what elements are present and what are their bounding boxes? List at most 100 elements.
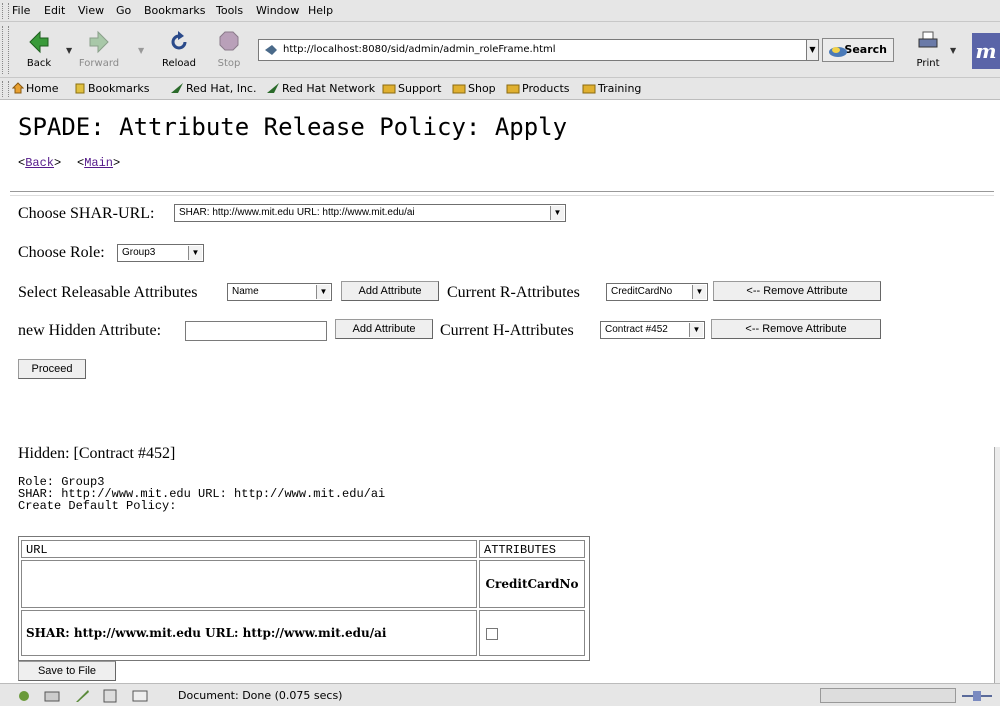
horizontal-divider	[10, 191, 994, 196]
page-icon	[265, 45, 277, 55]
menu-tools[interactable]: Tools	[216, 4, 243, 17]
vertical-scrollbar[interactable]	[994, 447, 1000, 683]
search-button[interactable]: Search	[822, 38, 894, 62]
url-text: http://localhost:8080/sid/admin/admin_ro…	[283, 44, 556, 55]
policy-row-url: SHAR: http://www.mit.edu URL: http://www…	[21, 610, 477, 656]
forward-arrow-icon	[89, 30, 109, 54]
menu-bar-grip[interactable]	[2, 3, 9, 19]
menu-go[interactable]: Go	[116, 4, 131, 17]
navigator-icon[interactable]	[16, 689, 32, 706]
create-default-policy-label: Create Default Policy:	[18, 499, 177, 513]
printer-icon	[918, 31, 938, 48]
menu-bar: File Edit View Go Bookmarks Tools Window…	[0, 0, 1000, 22]
menu-bookmarks[interactable]: Bookmarks	[144, 4, 205, 17]
mail-icon[interactable]	[44, 689, 60, 706]
products-folder-icon	[506, 84, 520, 94]
training-folder-icon	[582, 84, 596, 94]
bookmarks-toolbar: Home Bookmarks Red Hat, Inc. Red Hat Net…	[0, 78, 1000, 100]
menu-help[interactable]: Help	[308, 4, 333, 17]
remove-h-attribute-button[interactable]: <-- Remove Attribute	[711, 319, 881, 339]
r-attributes-select[interactable]: CreditCardNo ▼	[606, 283, 708, 301]
page-content: SPADE: Attribute Release Policy: Apply <…	[0, 101, 994, 683]
stop-button[interactable]: Stop	[206, 28, 252, 72]
empty-header-cell	[21, 560, 477, 608]
add-hidden-attribute-button[interactable]: Add Attribute	[335, 319, 433, 339]
status-text: Document: Done (0.075 secs)	[178, 689, 343, 702]
policy-row-attribute-cell	[479, 610, 585, 656]
shop-folder-icon	[452, 84, 466, 94]
url-field[interactable]: http://localhost:8080/sid/admin/admin_ro…	[258, 39, 818, 61]
forward-button[interactable]: Forward	[76, 28, 122, 72]
current-h-attributes-label: Current H-Attributes	[440, 322, 574, 339]
reload-button[interactable]: Reload	[156, 28, 202, 72]
chevron-down-icon: ▼	[188, 246, 202, 260]
current-r-attributes-label: Current R-Attributes	[447, 284, 580, 301]
bookmarks-grip[interactable]	[2, 81, 9, 97]
stop-label: Stop	[217, 58, 241, 69]
print-button[interactable]: Print	[905, 28, 951, 72]
save-to-file-button[interactable]: Save to File	[18, 661, 116, 681]
bookmark-redhat-inc[interactable]: Red Hat, Inc.	[170, 82, 256, 95]
bookmark-redhat-network[interactable]: Red Hat Network	[266, 82, 375, 95]
back-link-wrap: <Back>	[18, 156, 62, 170]
add-releasable-attribute-button[interactable]: Add Attribute	[341, 281, 439, 301]
attribute-column-label: CreditCardNo	[479, 560, 585, 608]
menu-window[interactable]: Window	[256, 4, 299, 17]
menu-edit[interactable]: Edit	[44, 4, 65, 17]
stop-icon	[219, 31, 239, 51]
url-column-header: URL	[21, 540, 477, 558]
chevron-down-icon: ▼	[689, 323, 703, 337]
composer-icon[interactable]	[74, 689, 90, 706]
policy-table: URL ATTRIBUTES CreditCardNo SHAR: http:/…	[18, 536, 590, 661]
search-label: Search	[844, 43, 887, 56]
back-button[interactable]: Back	[16, 28, 62, 72]
status-bar: Document: Done (0.075 secs)	[0, 683, 1000, 706]
choose-role-label: Choose Role:	[18, 244, 105, 261]
back-arrow-icon	[29, 30, 49, 54]
forward-dropdown-icon[interactable]: ▼	[138, 46, 144, 55]
hidden-attribute-input[interactable]	[185, 321, 327, 341]
url-dropdown-icon[interactable]: ▼	[806, 39, 819, 61]
chevron-down-icon: ▼	[692, 285, 706, 299]
print-label: Print	[916, 58, 940, 69]
navigation-toolbar: Back ▼ Forward ▼ Reload Stop http://loca…	[0, 22, 1000, 78]
select-releasable-label: Select Releasable Attributes	[18, 284, 198, 301]
print-dropdown-icon[interactable]: ▼	[950, 46, 956, 55]
forward-label: Forward	[78, 58, 120, 69]
releasable-attribute-select[interactable]: Name ▼	[227, 283, 332, 301]
reload-icon	[171, 31, 187, 50]
connection-icon	[962, 689, 992, 706]
main-link-wrap: <Main>	[77, 156, 121, 170]
back-link[interactable]: Back	[25, 156, 54, 170]
toolbar-grip[interactable]	[2, 26, 9, 74]
h-attributes-select[interactable]: Contract #452 ▼	[600, 321, 705, 339]
chevron-down-icon: ▼	[316, 285, 330, 299]
reload-label: Reload	[161, 58, 197, 69]
shar-url-select[interactable]: SHAR: http://www.mit.edu URL: http://www…	[174, 204, 566, 222]
release-attribute-checkbox[interactable]	[486, 628, 498, 640]
proceed-button[interactable]: Proceed	[18, 359, 86, 379]
back-label: Back	[26, 58, 52, 69]
browser-logo-icon: m	[972, 33, 1000, 69]
address-book-icon[interactable]	[102, 689, 118, 706]
hidden-summary: Hidden: [Contract #452]	[18, 445, 176, 462]
bookmark-training[interactable]: Training	[582, 82, 641, 95]
chat-icon[interactable]	[132, 689, 148, 706]
main-link[interactable]: Main	[84, 156, 113, 170]
remove-r-attribute-button[interactable]: <-- Remove Attribute	[713, 281, 881, 301]
bookmark-products[interactable]: Products	[506, 82, 570, 95]
bookmarks-icon	[75, 83, 85, 94]
bookmark-bookmarks[interactable]: Bookmarks	[74, 82, 149, 95]
menu-view[interactable]: View	[78, 4, 104, 17]
back-dropdown-icon[interactable]: ▼	[66, 46, 72, 55]
search-icon	[829, 47, 847, 57]
redhat-link-icon	[171, 83, 183, 93]
bookmark-support[interactable]: Support	[382, 82, 441, 95]
redhat-network-link-icon	[267, 83, 279, 93]
role-select[interactable]: Group3 ▼	[117, 244, 204, 262]
bookmark-home[interactable]: Home	[11, 82, 58, 95]
bookmark-shop[interactable]: Shop	[452, 82, 496, 95]
menu-file[interactable]: File	[12, 4, 30, 17]
chevron-down-icon: ▼	[550, 206, 564, 220]
choose-shar-label: Choose SHAR-URL:	[18, 205, 155, 222]
